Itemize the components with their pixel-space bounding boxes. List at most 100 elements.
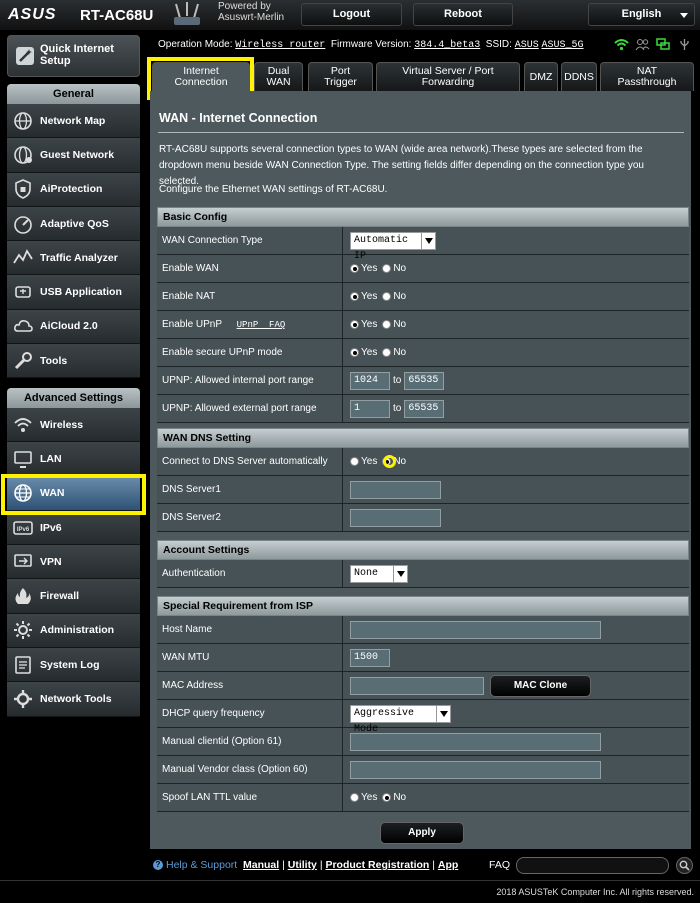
advanced-heading: Advanced Settings (7, 388, 140, 408)
tools-icon (12, 350, 34, 372)
sidebar-item-system-log[interactable]: System Log (7, 648, 140, 683)
section-heading: Account Settings (157, 540, 689, 560)
logout-button[interactable]: Logout (301, 3, 402, 26)
dhcp-frequency-row: DHCP query frequency Aggressive Mode (157, 700, 689, 735)
sidebar-item-label: Traffic Analyzer (40, 251, 118, 264)
status-icons (614, 38, 692, 51)
sidebar-item-label: Guest Network (40, 148, 115, 161)
external-port-range-row: UPNP: Allowed external port range 1 to 6… (157, 395, 689, 423)
authentication-select[interactable]: None (350, 564, 408, 583)
mac-address-input[interactable] (350, 676, 484, 695)
wan-connection-type-select[interactable]: Automatic IP (350, 231, 436, 262)
external-port-to-input[interactable]: 65535 (404, 399, 445, 418)
mac-clone-button[interactable]: MAC Clone (490, 674, 591, 697)
external-port-from-input[interactable]: 1 (350, 399, 390, 418)
sidebar-item-guest-network[interactable]: Guest Network (7, 138, 140, 173)
asus-logo: ASUS (8, 6, 57, 23)
enable-nat-yes-radio[interactable] (350, 292, 359, 301)
tab-nat-passthrough[interactable]: NAT Passthrough (600, 62, 694, 91)
dns-auto-row: Connect to DNS Server automatically Yes … (157, 448, 689, 476)
aiprotection-icon (12, 178, 34, 200)
usb-status-icon[interactable] (677, 38, 692, 51)
sidebar-item-label: Wireless (40, 418, 84, 431)
clientid-row: Manual clientid (Option 61) (157, 728, 689, 756)
manual-link[interactable]: Manual (243, 859, 279, 871)
wan-highlight-box (1, 474, 146, 515)
sidebar-item-label: Tools (40, 354, 68, 367)
apply-button[interactable]: Apply (380, 822, 464, 844)
enable-nat-row: Enable NAT Yes No (157, 283, 689, 311)
spoof-ttl-yes-radio[interactable] (350, 793, 359, 802)
vendor-class-input[interactable] (350, 760, 601, 779)
traffic-analyzer-icon (12, 247, 34, 269)
operation-mode-link[interactable]: Wireless router (235, 40, 325, 51)
sidebar-item-lan[interactable]: LAN (7, 442, 140, 477)
general-menu: General Network Map Guest Network AiProtec… (7, 84, 140, 379)
help-support-link[interactable]: Help & Support (166, 859, 237, 871)
sidebar-item-usb-application[interactable]: USB Application (7, 275, 140, 310)
ssid-24-link[interactable]: ASUS (515, 40, 539, 51)
sidebar-item-label: Adaptive QoS (40, 217, 109, 230)
search-icon[interactable] (676, 857, 693, 874)
ssid-5g-link[interactable]: ASUS_5G (542, 40, 584, 51)
tab-dual-wan[interactable]: Dual WAN (254, 62, 303, 91)
secure-upnp-yes-radio[interactable] (350, 348, 359, 357)
upnp-faq-link[interactable]: UPnP FAQ (237, 320, 286, 330)
help-icon: ? (153, 860, 163, 870)
sidebar-item-wireless[interactable]: Wireless (7, 408, 140, 443)
secure-upnp-no-radio[interactable] (382, 348, 392, 357)
sidebar-item-administration[interactable]: Administration (7, 613, 140, 649)
copyright: 2018 ASUSTeK Computer Inc. All rights re… (496, 887, 694, 897)
host-name-input[interactable] (350, 620, 601, 639)
internet-status-icon[interactable] (656, 38, 671, 51)
page-description: RT-AC68U supports several connection typ… (159, 144, 644, 187)
language-select[interactable]: English (588, 3, 695, 26)
wan-mtu-input[interactable]: 1500 (350, 648, 390, 667)
enable-wan-no-radio[interactable] (382, 264, 392, 273)
sidebar-item-ipv6[interactable]: IPv6 IPv6 (7, 510, 140, 546)
spoof-ttl-no-radio[interactable] (382, 793, 392, 802)
sidebar-item-aicloud-2-0[interactable]: AiCloud 2.0 (7, 309, 140, 345)
tab-port-trigger[interactable]: Port Trigger (308, 62, 373, 91)
sidebar-item-firewall[interactable]: Firewall (7, 579, 140, 614)
sidebar-item-tools[interactable]: Tools (7, 344, 140, 379)
wan-dns-section: WAN DNS Setting Connect to DNS Server au… (157, 428, 689, 532)
enable-wan-yes-radio[interactable] (350, 264, 359, 273)
internal-port-from-input[interactable]: 1024 (350, 371, 390, 390)
dns-auto-yes-radio[interactable] (350, 457, 359, 466)
enable-upnp-no-radio[interactable] (382, 320, 392, 329)
dns-server2-input[interactable] (350, 508, 441, 527)
sidebar-item-adaptive-qos[interactable]: Adaptive QoS (7, 206, 140, 242)
cloud-icon (12, 315, 34, 337)
tab-dmz[interactable]: DMZ (524, 62, 558, 91)
chevron-down-icon (436, 705, 450, 722)
tab-ddns[interactable]: DDNS (561, 62, 597, 91)
wifi-status-icon[interactable] (614, 38, 629, 51)
qis-label: Quick Internet Setup (40, 43, 114, 67)
enable-upnp-yes-radio[interactable] (350, 320, 359, 329)
network-map-icon (12, 110, 34, 132)
product-registration-link[interactable]: Product Registration (325, 859, 429, 871)
internal-port-to-input[interactable]: 65535 (404, 371, 445, 390)
sidebar-item-label: Administration (40, 624, 115, 637)
enable-nat-no-radio[interactable] (382, 292, 392, 301)
sidebar-item-vpn[interactable]: VPN (7, 545, 140, 580)
reboot-button[interactable]: Reboot (413, 3, 513, 26)
tab-virtual-server-port-forwarding[interactable]: Virtual Server / Port Forwarding (376, 62, 520, 91)
app-link[interactable]: App (438, 859, 458, 871)
faq-search-input[interactable] (516, 857, 669, 874)
sidebar-item-aiprotection[interactable]: AiProtection (7, 172, 140, 207)
sidebar-item-network-map[interactable]: Network Map (7, 104, 140, 139)
firmware-version-link[interactable]: 384.4_beta3 (414, 40, 480, 51)
vpn-icon (12, 551, 34, 573)
sidebar-item-traffic-analyzer[interactable]: Traffic Analyzer (7, 241, 140, 276)
clientid-input[interactable] (350, 732, 601, 751)
utility-link[interactable]: Utility (288, 859, 317, 871)
dhcp-frequency-select[interactable]: Aggressive Mode (350, 704, 451, 735)
dns-server1-input[interactable] (350, 480, 441, 499)
quick-internet-setup-button[interactable]: Quick Internet Setup (7, 35, 140, 77)
clients-icon[interactable] (635, 38, 650, 51)
powered-by: Powered by Asuswrt-Merlin (218, 1, 285, 23)
sidebar-item-network-tools[interactable]: Network Tools (7, 682, 140, 717)
network-tools-icon (12, 688, 34, 710)
